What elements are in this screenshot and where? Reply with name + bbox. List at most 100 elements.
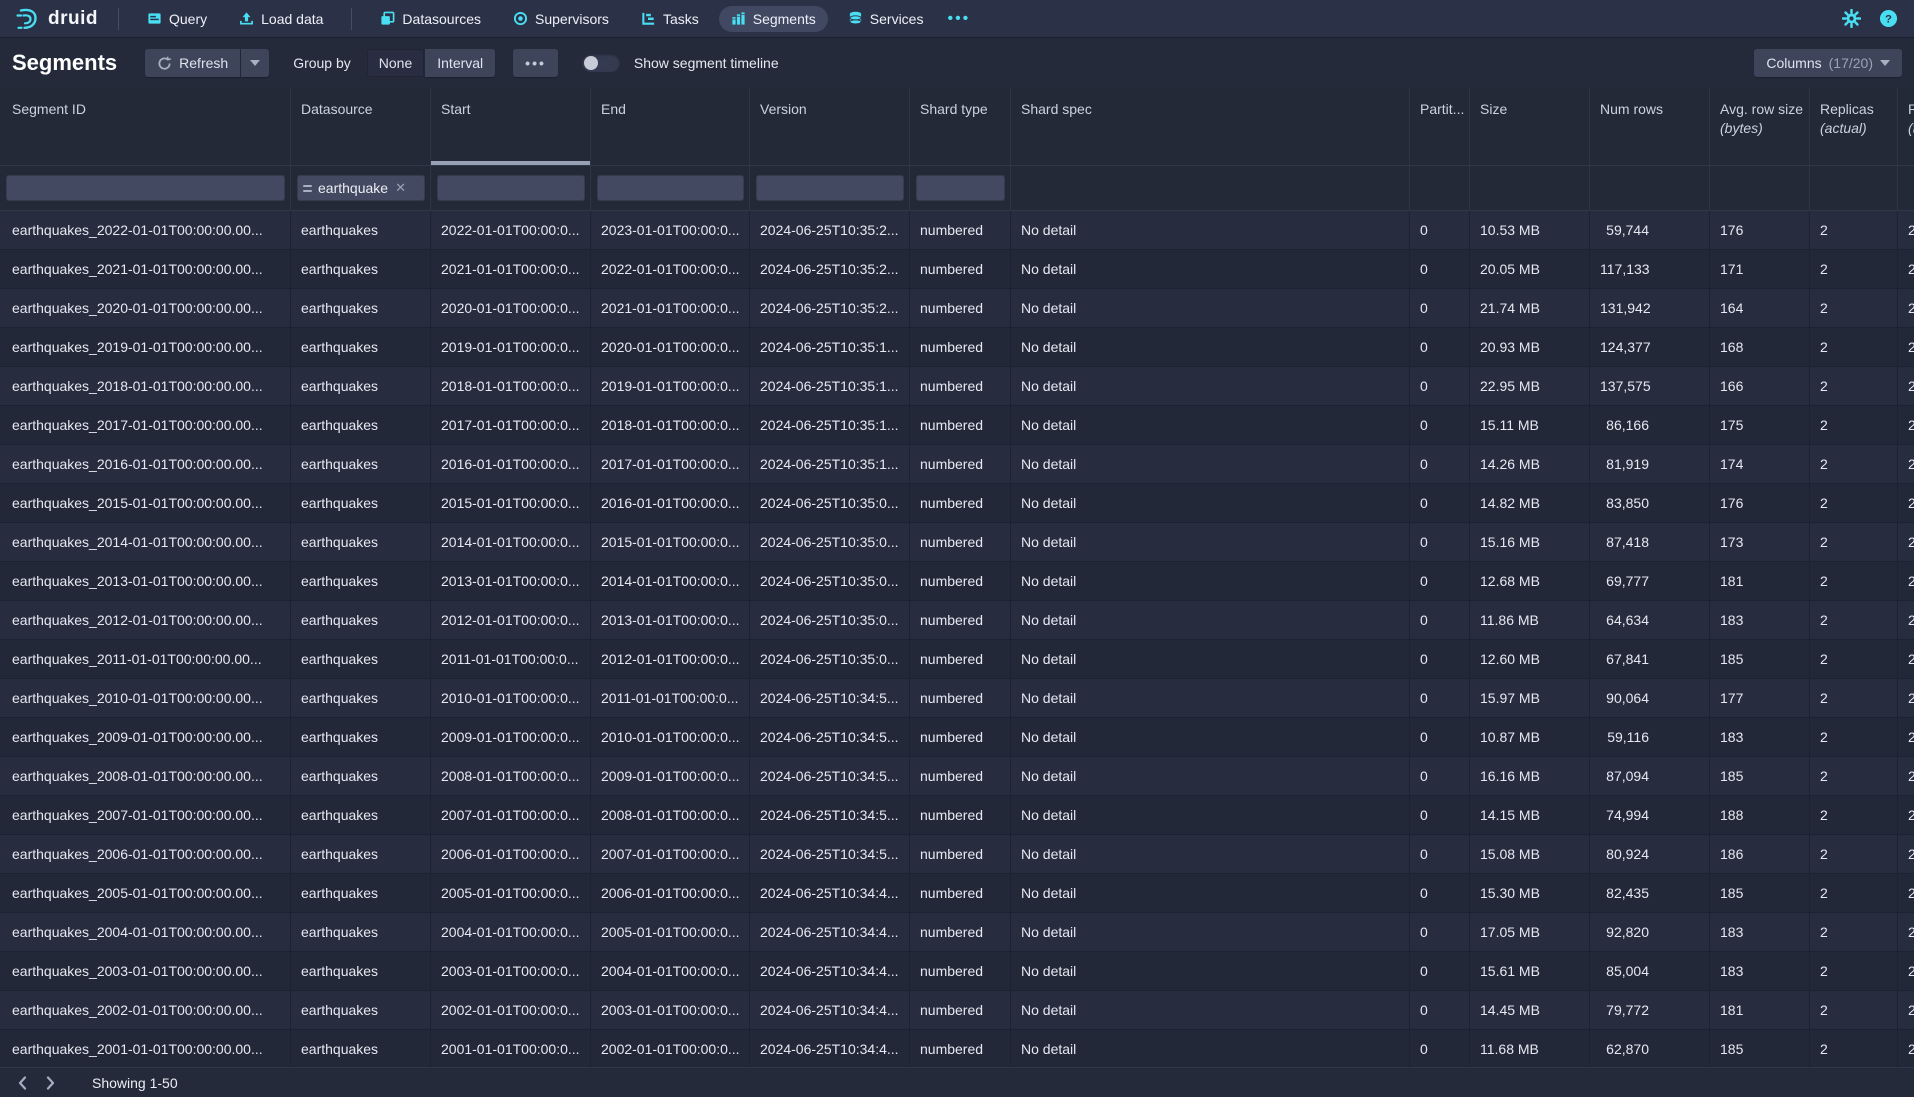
nav-item-load-data[interactable]: Load data [227,6,335,32]
datasource-filter-input[interactable]: earthquake✕ [297,175,425,201]
cell-partition: 0 [1410,835,1470,874]
segment-row[interactable]: earthquakes_2007-01-01T00:00:00.00...ear… [0,796,1914,835]
more-options-button[interactable]: ••• [513,49,558,77]
column-header-datasource[interactable]: Datasource [291,88,431,165]
column-header-shard-type[interactable]: Shard type [910,88,1011,165]
next-page-button[interactable] [36,1071,64,1095]
cell-segment-id[interactable]: earthquakes_2019-01-01T00:00:00.00... [0,328,291,367]
filter-cell-segment-id [0,166,291,210]
version-filter-input[interactable] [756,175,904,201]
group-by-interval-button[interactable]: Interval [425,49,495,77]
segment-row[interactable]: earthquakes_2014-01-01T00:00:00.00...ear… [0,523,1914,562]
druid-logo[interactable]: druid [10,6,106,32]
cell-num-rows: 117,133 [1590,250,1710,289]
cell-segment-id[interactable]: earthquakes_2021-01-01T00:00:00.00... [0,250,291,289]
cell-segment-id[interactable]: earthquakes_2004-01-01T00:00:00.00... [0,913,291,952]
gear-icon[interactable] [1842,9,1861,28]
segment-row[interactable]: earthquakes_2004-01-01T00:00:00.00...ear… [0,913,1914,952]
segment-row[interactable]: earthquakes_2022-01-01T00:00:00.00...ear… [0,211,1914,250]
cell-segment-id[interactable]: earthquakes_2018-01-01T00:00:00.00... [0,367,291,406]
cell-segment-id[interactable]: earthquakes_2003-01-01T00:00:00.00... [0,952,291,991]
end-filter-input[interactable] [597,175,744,201]
cell-replicas: 2 [1810,289,1898,328]
cell-replication-factor: 2 [1898,913,1914,952]
columns-button[interactable]: Columns (17/20) [1754,49,1902,77]
column-header-version[interactable]: Version [750,88,910,165]
cell-partition: 0 [1410,367,1470,406]
shard-type-filter-input[interactable] [916,175,1005,201]
segment-row[interactable]: earthquakes_2011-01-01T00:00:00.00...ear… [0,640,1914,679]
segment-row[interactable]: earthquakes_2005-01-01T00:00:00.00...ear… [0,874,1914,913]
column-header-num-rows[interactable]: Num rows [1590,88,1710,165]
refresh-button[interactable]: Refresh [145,49,240,77]
cell-segment-id[interactable]: earthquakes_2022-01-01T00:00:00.00... [0,211,291,250]
cell-segment-id[interactable]: earthquakes_2009-01-01T00:00:00.00... [0,718,291,757]
segment-row[interactable]: earthquakes_2019-01-01T00:00:00.00...ear… [0,328,1914,367]
column-header-label: Replicas [1820,101,1889,117]
cell-size: 15.97 MB [1470,679,1590,718]
segment-timeline-toggle[interactable] [582,54,620,72]
column-header-shard-spec[interactable]: Shard spec [1011,88,1410,165]
segment-row[interactable]: earthquakes_2006-01-01T00:00:00.00...ear… [0,835,1914,874]
prev-page-button[interactable] [8,1071,36,1095]
cell-segment-id[interactable]: earthquakes_2013-01-01T00:00:00.00... [0,562,291,601]
cell-segment-id[interactable]: earthquakes_2012-01-01T00:00:00.00... [0,601,291,640]
segment-row[interactable]: earthquakes_2016-01-01T00:00:00.00...ear… [0,445,1914,484]
column-header-end[interactable]: End [591,88,750,165]
segment-row[interactable]: earthquakes_2009-01-01T00:00:00.00...ear… [0,718,1914,757]
cell-segment-id[interactable]: earthquakes_2008-01-01T00:00:00.00... [0,757,291,796]
segment-row[interactable]: earthquakes_2002-01-01T00:00:00.00...ear… [0,991,1914,1030]
cell-segment-id[interactable]: earthquakes_2007-01-01T00:00:00.00... [0,796,291,835]
nav-item-datasources[interactable]: Datasources [368,6,493,32]
cell-replication-factor: 2 [1898,367,1914,406]
segment-row[interactable]: earthquakes_2013-01-01T00:00:00.00...ear… [0,562,1914,601]
cell-avg-row-size: 185 [1710,874,1810,913]
segment-row[interactable]: earthquakes_2003-01-01T00:00:00.00...ear… [0,952,1914,991]
column-header-segment-id[interactable]: Segment ID [0,88,291,165]
cell-avg-row-size: 175 [1710,406,1810,445]
segment-row[interactable]: earthquakes_2017-01-01T00:00:00.00...ear… [0,406,1914,445]
help-icon[interactable]: ? [1879,9,1898,28]
segment-row[interactable]: earthquakes_2020-01-01T00:00:00.00...ear… [0,289,1914,328]
cell-segment-id[interactable]: earthquakes_2005-01-01T00:00:00.00... [0,874,291,913]
cell-segment-id[interactable]: earthquakes_2010-01-01T00:00:00.00... [0,679,291,718]
nav-item-segments[interactable]: Segments [719,6,828,32]
start-filter-input[interactable] [437,175,585,201]
cell-end: 2017-01-01T00:00:0... [591,445,750,484]
nav-item-tasks[interactable]: Tasks [629,6,711,32]
segment-id-filter-input[interactable] [6,175,285,201]
group-by-none-button[interactable]: None [367,49,424,77]
nav-item-supervisors[interactable]: Supervisors [501,6,621,32]
nav-item-query[interactable]: Query [135,6,219,32]
cell-segment-id[interactable]: earthquakes_2014-01-01T00:00:00.00... [0,523,291,562]
column-header-replication-factor[interactable]: Replication factor(target) [1898,88,1914,165]
nav-more-button[interactable]: ••• [939,6,978,32]
refresh-caret-button[interactable] [241,49,269,77]
cell-size: 17.05 MB [1470,913,1590,952]
cell-replication-factor: 2 [1898,757,1914,796]
column-header-start[interactable]: Start [431,88,591,165]
cell-segment-id[interactable]: earthquakes_2020-01-01T00:00:00.00... [0,289,291,328]
cell-segment-id[interactable]: earthquakes_2011-01-01T00:00:00.00... [0,640,291,679]
column-header-replicas[interactable]: Replicas(actual) [1810,88,1898,165]
cell-segment-id[interactable]: earthquakes_2017-01-01T00:00:00.00... [0,406,291,445]
column-header-partit[interactable]: Partit... [1410,88,1470,165]
cell-segment-id[interactable]: earthquakes_2001-01-01T00:00:00.00... [0,1030,291,1067]
cell-end: 2007-01-01T00:00:0... [591,835,750,874]
cell-segment-id[interactable]: earthquakes_2016-01-01T00:00:00.00... [0,445,291,484]
segment-row[interactable]: earthquakes_2012-01-01T00:00:00.00...ear… [0,601,1914,640]
segment-row[interactable]: earthquakes_2008-01-01T00:00:00.00...ear… [0,757,1914,796]
column-header-avg-row-size[interactable]: Avg. row size(bytes) [1710,88,1810,165]
column-header-size[interactable]: Size [1470,88,1590,165]
segment-row[interactable]: earthquakes_2001-01-01T00:00:00.00...ear… [0,1030,1914,1067]
cell-segment-id[interactable]: earthquakes_2015-01-01T00:00:00.00... [0,484,291,523]
cell-segment-id[interactable]: earthquakes_2002-01-01T00:00:00.00... [0,991,291,1030]
segment-row[interactable]: earthquakes_2010-01-01T00:00:00.00...ear… [0,679,1914,718]
cell-segment-id[interactable]: earthquakes_2006-01-01T00:00:00.00... [0,835,291,874]
nav-item-services[interactable]: Services [836,6,936,32]
nav-item-label: Tasks [663,11,699,27]
segment-row[interactable]: earthquakes_2021-01-01T00:00:00.00...ear… [0,250,1914,289]
segment-row[interactable]: earthquakes_2018-01-01T00:00:00.00...ear… [0,367,1914,406]
chip-remove-icon[interactable]: ✕ [394,180,406,196]
segment-row[interactable]: earthquakes_2015-01-01T00:00:00.00...ear… [0,484,1914,523]
